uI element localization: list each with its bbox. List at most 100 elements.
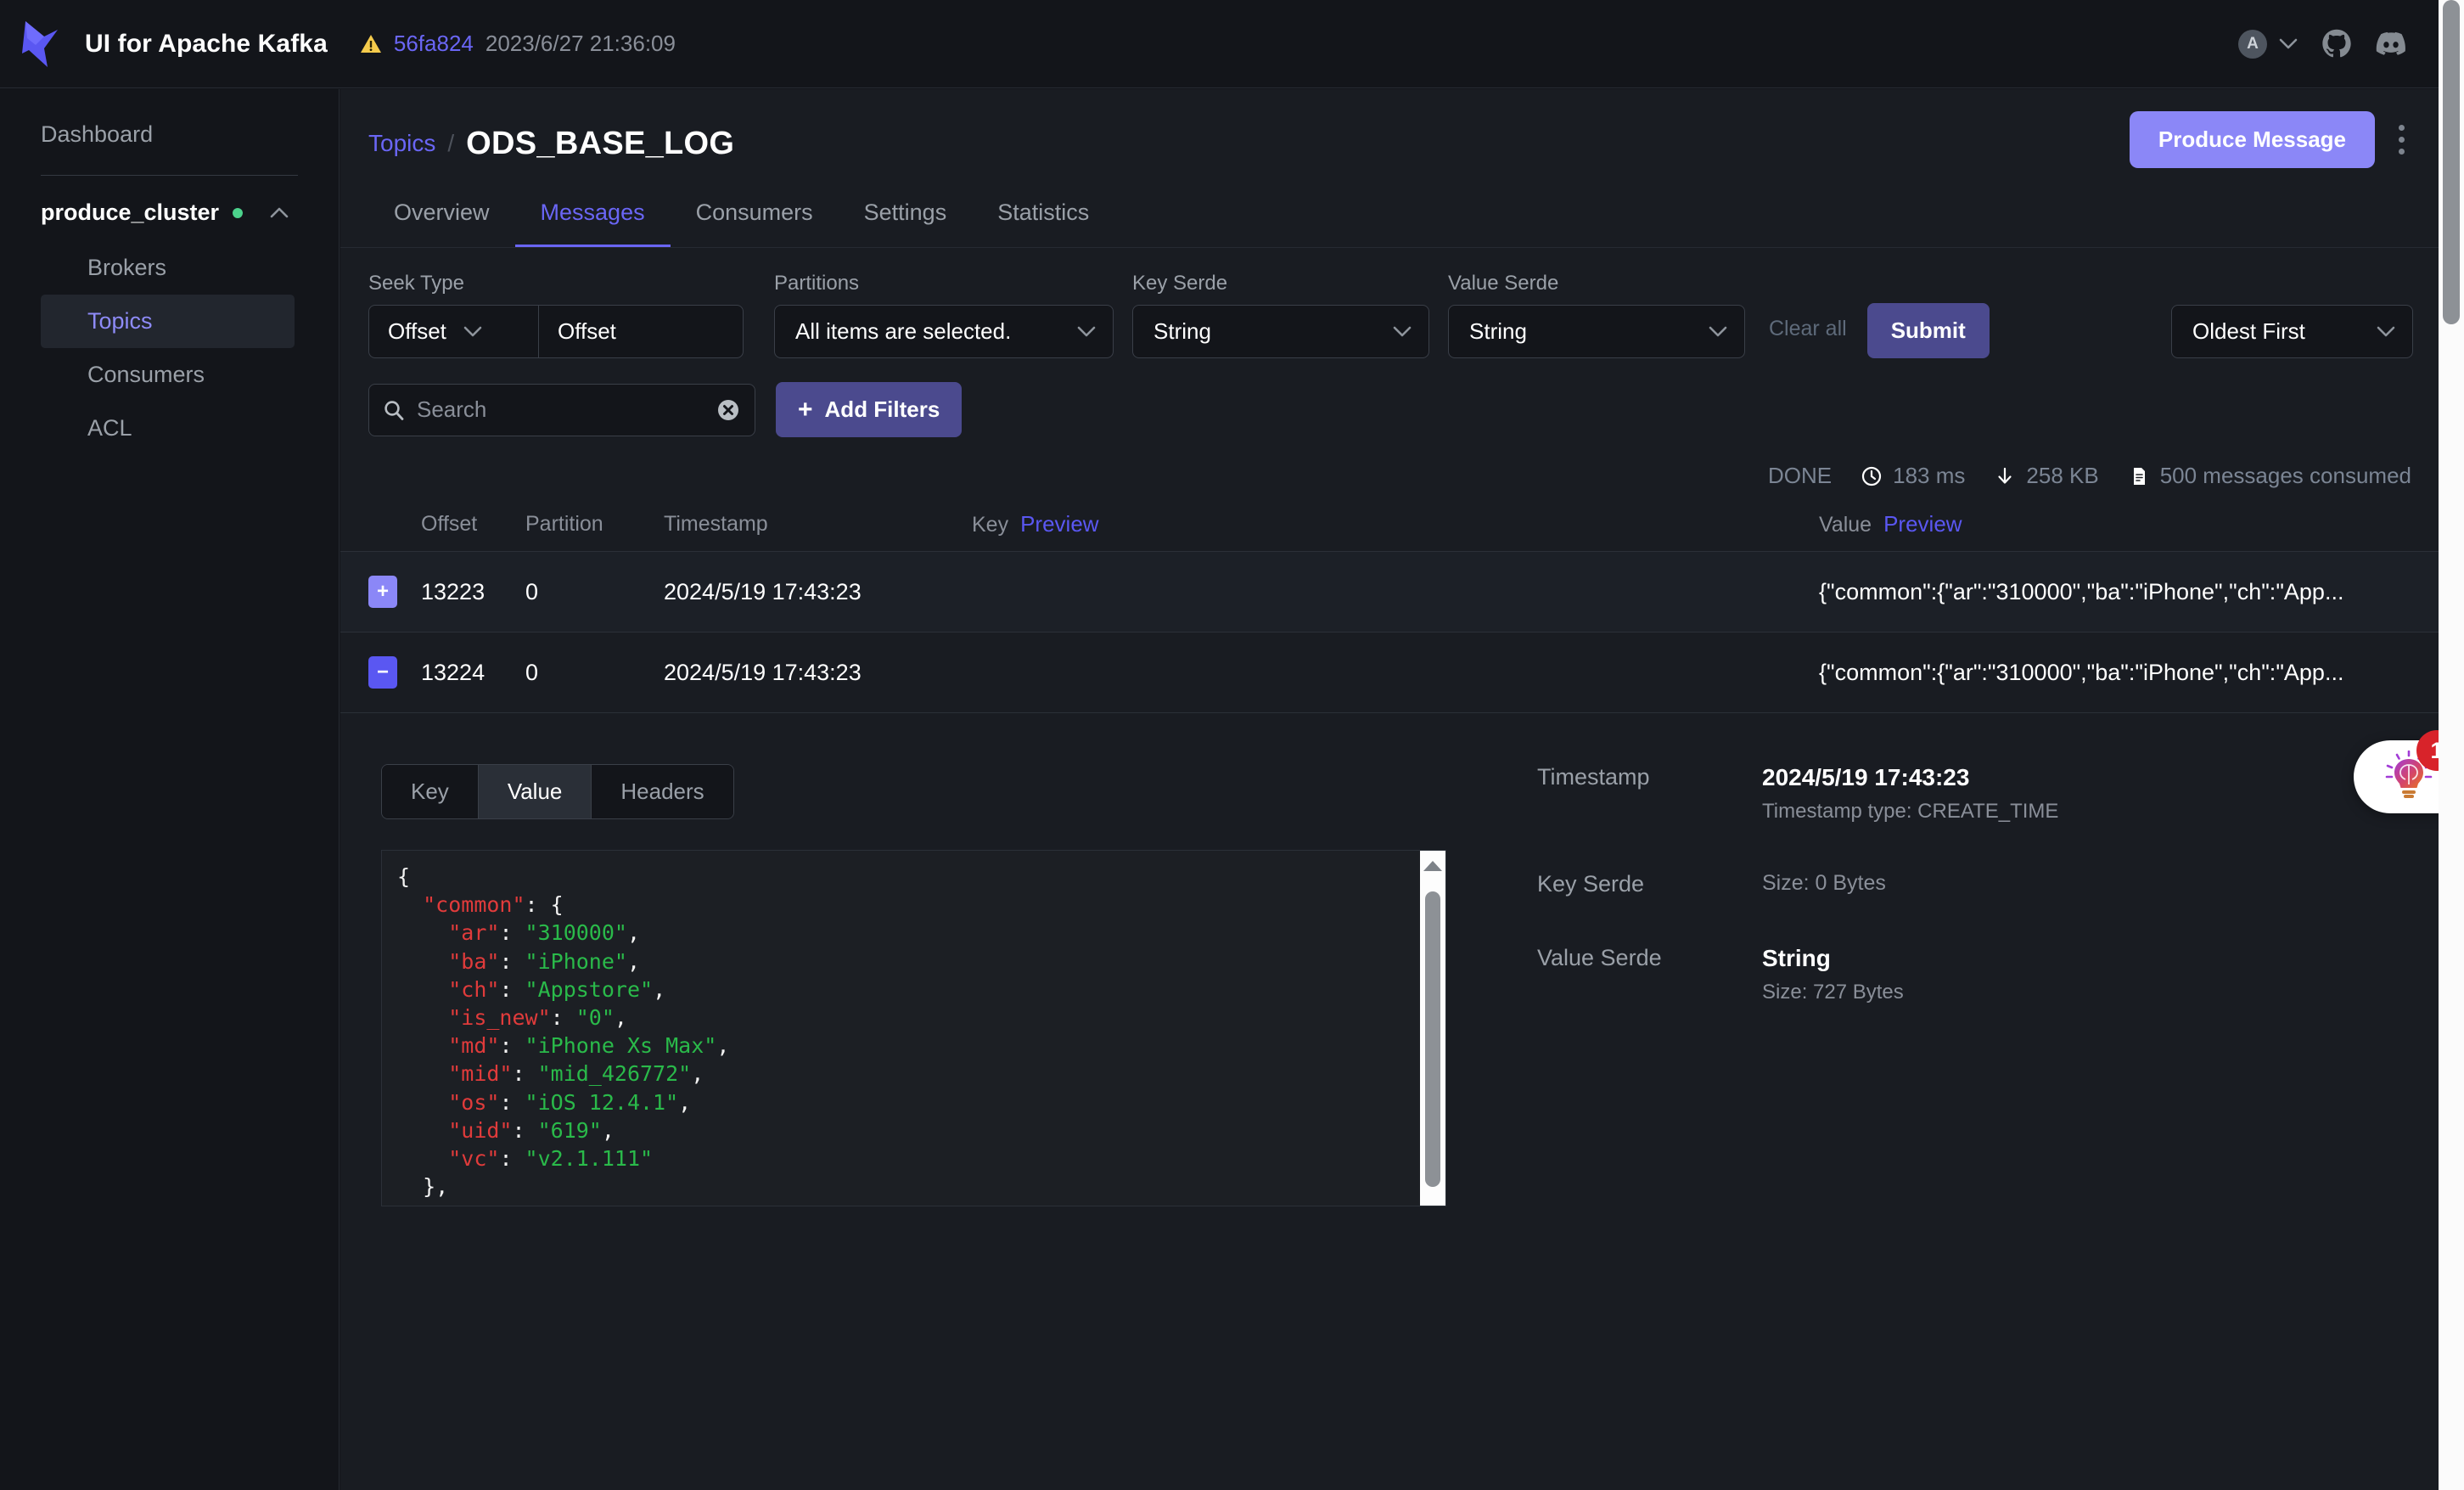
avatar: A <box>2238 29 2267 59</box>
user-menu[interactable]: A <box>2238 29 2298 59</box>
seek-type-value: Offset <box>388 318 446 344</box>
clock-icon <box>1862 466 1882 486</box>
commit-hash[interactable]: 56fa824 <box>394 31 474 57</box>
breadcrumb-separator: / <box>447 130 455 156</box>
status-messages-text: 500 messages consumed <box>2159 463 2411 488</box>
row-expand-cell: − <box>368 656 421 689</box>
tab-messages[interactable]: Messages <box>514 188 671 247</box>
page-scrollbar-thumb[interactable] <box>2443 0 2460 324</box>
chevron-down-icon <box>2377 326 2395 337</box>
breadcrumb-topics-link[interactable]: Topics <box>368 130 435 157</box>
sort-order-group: Oldest First <box>2171 305 2413 358</box>
value-col-header: Value Preview <box>1819 511 2413 537</box>
json-viewer[interactable]: { "common": { "ar": "310000", "ba": "iPh… <box>381 850 1446 1206</box>
produce-message-button[interactable]: Produce Message <box>2129 111 2375 168</box>
status-bytes: 258 KB <box>1994 463 2099 489</box>
metadata-timestamp: Timestamp 2024/5/19 17:43:23 Timestamp t… <box>1537 764 2439 824</box>
tab-consumers[interactable]: Consumers <box>671 188 839 247</box>
metadata-subvalue: Size: 727 Bytes <box>1762 981 1904 1004</box>
add-filters-label: Add Filters <box>824 396 940 422</box>
metadata-value-serde: Value Serde String Size: 727 Bytes <box>1537 945 2439 1004</box>
search-input[interactable] <box>417 396 716 423</box>
clear-search-icon[interactable] <box>716 397 741 423</box>
offset-col-header[interactable]: Offset <box>421 512 525 537</box>
metadata-value-wrap: Size: 0 Bytes <box>1762 871 1886 897</box>
sidebar-item-acl[interactable]: ACL <box>41 402 295 455</box>
discord-icon[interactable] <box>2376 29 2406 59</box>
seek-type-select[interactable]: Offset <box>368 305 538 358</box>
tab-overview[interactable]: Overview <box>368 188 515 247</box>
tab-statistics[interactable]: Statistics <box>972 188 1114 247</box>
tab-settings[interactable]: Settings <box>839 188 973 247</box>
partition-col-header[interactable]: Partition <box>525 512 664 537</box>
key-serde-select[interactable]: String <box>1132 305 1429 358</box>
table-header: Offset Partition Timestamp Key Preview V… <box>340 511 2439 552</box>
metadata-subvalue: Size: 0 Bytes <box>1762 871 1886 895</box>
clear-all-button[interactable]: Clear all <box>1769 317 1847 358</box>
key-preview-link[interactable]: Preview <box>1020 511 1098 537</box>
row-offset: 13224 <box>421 659 486 685</box>
value-serde-select[interactable]: String <box>1448 305 1745 358</box>
partitions-select[interactable]: All items are selected. <box>774 305 1114 358</box>
payload-tab-group: Key Value Headers <box>381 764 734 819</box>
row-value-text: {"common":{"ar":"310000","ba":"iPhone","… <box>1819 578 2344 604</box>
offset-input[interactable] <box>538 305 744 358</box>
page-scrollbar[interactable] <box>2439 0 2464 1490</box>
row-value: {"common":{"ar":"310000","ba":"iPhone","… <box>1819 660 2413 686</box>
document-icon <box>2133 467 2145 485</box>
chevron-down-icon <box>2279 38 2298 49</box>
tab-key[interactable]: Key <box>382 765 479 818</box>
sidebar-item-topics[interactable]: Topics <box>41 295 295 348</box>
row-expand-cell: + <box>368 576 421 608</box>
table-row[interactable]: − 13224 0 2024/5/19 17:43:23 {"common":{… <box>340 633 2439 713</box>
expand-row-button[interactable]: + <box>368 576 397 608</box>
brand[interactable]: UI for Apache Kafka <box>0 20 328 69</box>
collapse-row-button[interactable]: − <box>368 656 397 689</box>
table-row[interactable]: + 13223 0 2024/5/19 17:43:23 {"common":{… <box>340 552 2439 633</box>
top-bar: UI for Apache Kafka 56fa824 2023/6/27 21… <box>0 0 2439 88</box>
metadata-label: Key Serde <box>1537 871 1645 897</box>
messages-table: Offset Partition Timestamp Key Preview V… <box>340 511 2439 713</box>
message-payload-section: Key Value Headers { "common": { "ar": "3… <box>340 764 1469 1206</box>
status-duration-text: 183 ms <box>1893 463 1966 488</box>
value-preview-link[interactable]: Preview <box>1883 511 1962 537</box>
timestamp-col-header[interactable]: Timestamp <box>664 512 972 537</box>
partitions-label: Partitions <box>774 272 860 295</box>
tab-headers[interactable]: Headers <box>592 765 733 818</box>
row-partition: 0 <box>525 659 539 685</box>
sidebar-item-consumers[interactable]: Consumers <box>41 348 295 402</box>
sidebar-cluster-produce-cluster[interactable]: produce_cluster <box>0 184 339 241</box>
status-state: DONE <box>1768 463 1833 488</box>
consume-status: DONE 183 ms 258 KB 500 messages consumed <box>340 437 2439 489</box>
cluster-status-dot <box>233 207 244 218</box>
json-viewer-scrollbar[interactable] <box>1420 851 1445 1206</box>
sidebar-item-dashboard[interactable]: Dashboard <box>0 108 339 161</box>
chevron-up-icon[interactable] <box>270 207 289 218</box>
top-bar-actions: A <box>2238 29 2439 59</box>
seek-type-group: Seek Type Offset <box>368 272 744 358</box>
sort-order-select[interactable]: Oldest First <box>2171 305 2413 358</box>
scrollbar-thumb[interactable] <box>1425 891 1440 1187</box>
plus-icon: + <box>798 395 813 424</box>
key-serde-value: String <box>1153 318 1211 344</box>
metadata-label: Timestamp <box>1537 764 1650 790</box>
row-partition: 0 <box>525 578 539 604</box>
page-title: ODS_BASE_LOG <box>466 125 735 161</box>
json-code-text: { "common": { "ar": "310000", "ba": "iPh… <box>397 864 730 1206</box>
add-filters-button[interactable]: + Add Filters <box>776 382 963 437</box>
scroll-up-arrow-icon[interactable] <box>1423 861 1442 871</box>
tab-value[interactable]: Value <box>478 765 592 818</box>
metadata-key-serde: Key Serde Size: 0 Bytes <box>1537 871 2439 897</box>
sidebar-item-brokers[interactable]: Brokers <box>41 241 295 295</box>
download-arrow-icon <box>1998 467 2012 484</box>
metadata-value: 2024/5/19 17:43:23 <box>1762 764 1970 790</box>
submit-button[interactable]: Submit <box>1866 303 1990 358</box>
more-options-icon[interactable] <box>2392 116 2411 163</box>
github-icon[interactable] <box>2321 29 2352 59</box>
search-row: + Add Filters <box>340 358 2439 437</box>
chevron-down-icon <box>1709 326 1727 337</box>
search-box[interactable] <box>368 383 755 436</box>
topic-tabs: Overview Messages Consumers Settings Sta… <box>340 188 2439 248</box>
sidebar: Dashboard produce_cluster Brokers Topics… <box>0 89 340 1490</box>
main-content: Topics / ODS_BASE_LOG Produce Message Ov… <box>340 89 2439 1490</box>
